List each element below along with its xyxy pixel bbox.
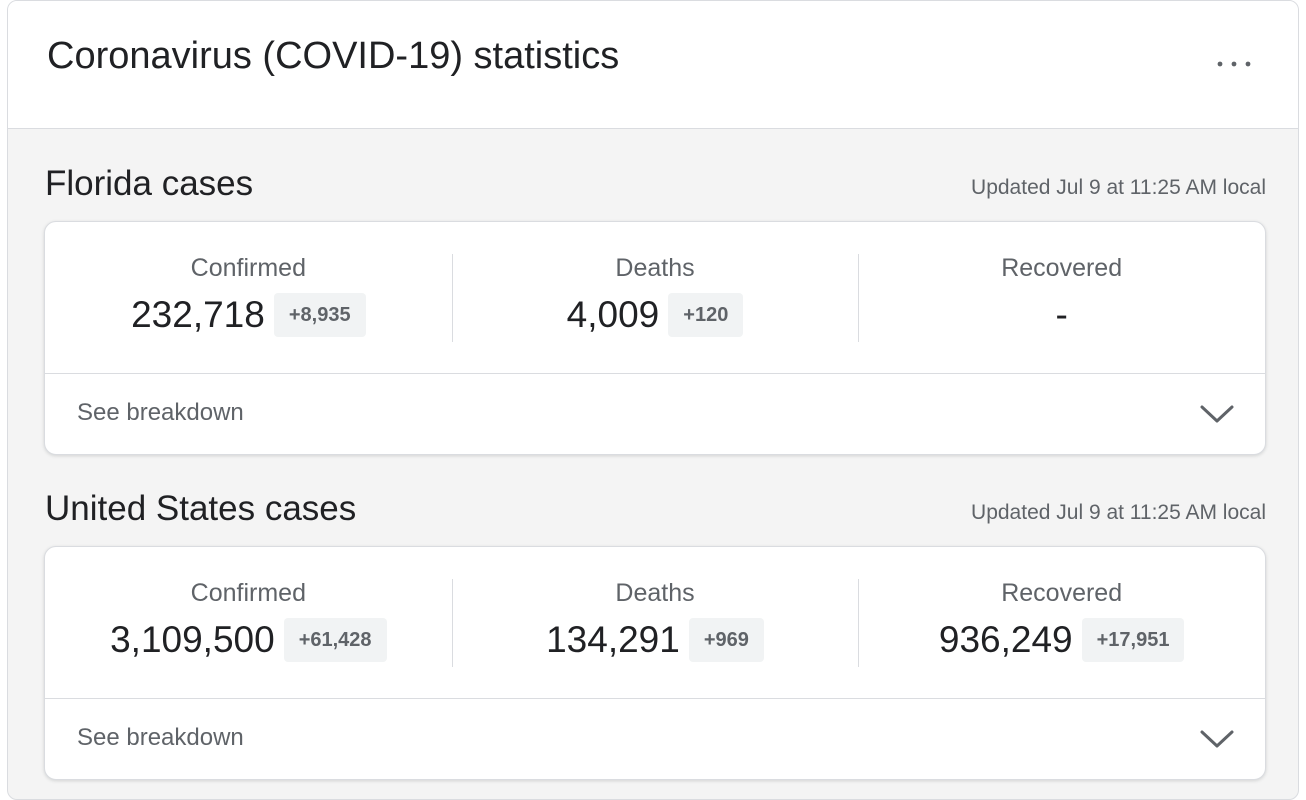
more-horiz-icon [1217,61,1251,67]
stat-value: 134,291 [546,619,680,660]
more-options-button[interactable] [1210,47,1258,81]
stats-row: Confirmed 3,109,500 +61,428 Deaths 134,2… [45,547,1265,699]
stat-delta-badge: +17,951 [1081,618,1185,662]
stat-value: 4,009 [566,294,660,335]
updated-timestamp: Updated Jul 9 at 11:25 AM local [971,501,1266,524]
section-header: United States cases Updated Jul 9 at 11:… [44,454,1266,546]
chevron-down-icon [1200,730,1234,748]
section-header: Florida cases Updated Jul 9 at 11:25 AM … [44,129,1266,221]
stat-label: Deaths [615,254,695,282]
breakdown-label: See breakdown [77,399,244,426]
breakdown-label: See breakdown [77,724,244,751]
see-breakdown-button[interactable]: See breakdown [45,374,1265,454]
stats-card: Confirmed 232,718 +8,935 Deaths 4,009 +1… [44,221,1266,455]
stat-recovered: Recovered 936,249 +17,951 [858,547,1265,698]
florida-section: Florida cases Updated Jul 9 at 11:25 AM … [44,129,1266,455]
stat-label: Deaths [615,579,695,607]
see-breakdown-button[interactable]: See breakdown [45,699,1265,779]
stat-deaths: Deaths 4,009 +120 [451,222,859,373]
stat-value: - [1055,294,1068,335]
stat-deaths: Deaths 134,291 +969 [451,547,859,698]
panel-title: Coronavirus (COVID-19) statistics [47,35,620,77]
stat-confirmed: Confirmed 3,109,500 +61,428 [45,547,452,698]
united-states-section: United States cases Updated Jul 9 at 11:… [44,454,1266,780]
covid-stats-panel: Coronavirus (COVID-19) statistics Florid… [7,0,1299,800]
stat-confirmed: Confirmed 232,718 +8,935 [45,222,452,373]
stats-row: Confirmed 232,718 +8,935 Deaths 4,009 +1… [45,222,1265,374]
section-title: Florida cases [45,164,254,203]
stats-card: Confirmed 3,109,500 +61,428 Deaths 134,2… [44,546,1266,780]
stat-label: Confirmed [190,254,306,282]
stat-label: Confirmed [190,579,306,607]
stat-delta-badge: +8,935 [273,293,366,337]
section-title: United States cases [45,489,357,528]
chevron-down-icon [1200,405,1234,423]
stat-label: Recovered [1001,254,1123,282]
updated-timestamp: Updated Jul 9 at 11:25 AM local [971,176,1266,199]
stat-delta-badge: +969 [688,618,764,662]
stat-value: 232,718 [131,294,265,335]
stat-delta-badge: +120 [668,293,744,337]
stat-delta-badge: +61,428 [283,618,387,662]
stat-value: 936,249 [938,619,1073,660]
stat-value: 3,109,500 [110,619,275,660]
panel-header: Coronavirus (COVID-19) statistics [8,1,1298,129]
stat-label: Recovered [1001,579,1123,607]
stat-recovered: Recovered - [858,222,1265,373]
